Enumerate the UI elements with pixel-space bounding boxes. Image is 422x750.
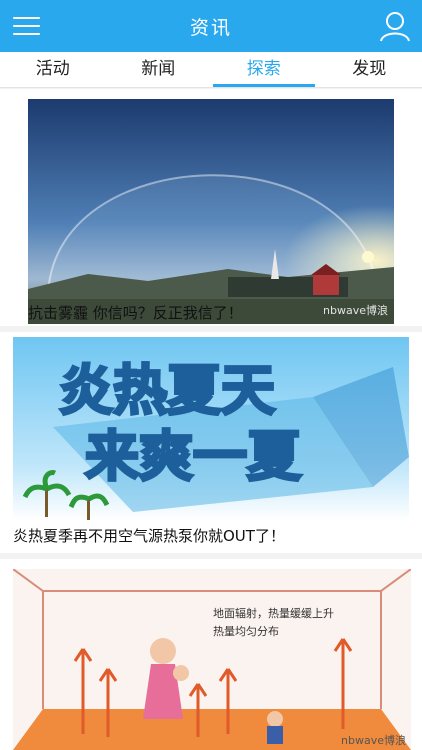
banner-line2: 来爽一夏 bbox=[85, 425, 302, 488]
article-title: 炎热夏季再不用空气源热泵你就OUT了！ bbox=[13, 527, 285, 545]
tab-news[interactable]: 新闻 bbox=[106, 52, 212, 87]
banner-line1: 炎热夏天 bbox=[59, 359, 275, 422]
user-icon[interactable] bbox=[378, 10, 412, 42]
article-image-summer-banner: 炎热夏天 来爽一夏 bbox=[13, 337, 409, 520]
article-image-dome-city: nbwave博浪 bbox=[28, 99, 394, 324]
category-tabs: 活动 新闻 探索 发现 bbox=[0, 52, 422, 88]
page-title: 资讯 bbox=[189, 16, 232, 39]
diagram-label-line2: 热量均匀分布 bbox=[213, 625, 279, 638]
tab-discover[interactable]: 发现 bbox=[317, 52, 422, 87]
article-title: 抗击雾霾 你信吗？反正我信了！ bbox=[28, 304, 243, 322]
article-image-floor-heating: 地面辐射，热量缓缓上升 热量均匀分布 nbwave博浪 bbox=[13, 569, 411, 750]
tab-explore[interactable]: 探索 bbox=[211, 52, 317, 87]
image-watermark: nbwave博浪 bbox=[323, 304, 388, 317]
tab-activity[interactable]: 活动 bbox=[0, 52, 106, 87]
article-card[interactable]: nbwave博浪 抗击雾霾 你信吗？反正我信了！ bbox=[0, 89, 422, 326]
article-feed: nbwave博浪 抗击雾霾 你信吗？反正我信了！ 炎热夏天 来爽一夏 炎热夏季再… bbox=[0, 89, 422, 750]
diagram-label-line1: 地面辐射，热量缓缓上升 bbox=[213, 606, 334, 620]
app-root: 资讯 活动 新闻 探索 发现 nbwave博浪 抗击雾霾 你信吗？反正我信了！ … bbox=[0, 0, 422, 750]
article-card[interactable]: 地面辐射，热量缓缓上升 热量均匀分布 nbwave博浪 bbox=[0, 559, 422, 750]
image-watermark: nbwave博浪 bbox=[341, 733, 406, 747]
article-card[interactable]: 炎热夏天 来爽一夏 炎热夏季再不用空气源热泵你就OUT了！ bbox=[0, 332, 422, 553]
top-bar: 资讯 bbox=[0, 0, 422, 52]
menu-icon[interactable] bbox=[10, 12, 44, 40]
